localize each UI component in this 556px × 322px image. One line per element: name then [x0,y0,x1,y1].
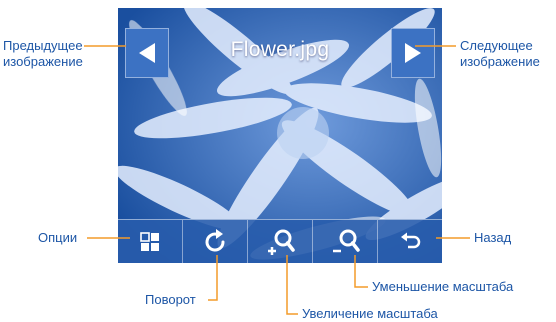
next-image-callout: Следующее изображение [460,38,540,70]
zoom-in-icon [268,229,295,255]
triangle-left-icon [139,43,155,63]
grid-icon [140,232,159,251]
zoom-in-button[interactable] [247,220,312,263]
back-callout: Назад [474,230,512,245]
zoom-out-icon [333,229,360,253]
rotate-callout: Поворот [145,292,196,307]
back-arrow-icon [401,232,421,249]
image-viewer-screen: Flower.jpg [118,8,442,263]
zoom-in-callout: Увеличение масштаба [302,306,438,321]
previous-callout-line1: Предыдущее [3,38,83,53]
previous-image-callout: Предыдущее изображение [3,38,83,70]
previous-image-button[interactable] [125,28,169,78]
options-callout: Опции [38,230,78,245]
zoom-out-button[interactable] [312,220,377,263]
rotate-icon [205,229,225,252]
zoom-out-callout: Уменьшение масштаба [372,279,514,294]
next-image-button[interactable] [391,28,435,78]
options-button[interactable] [118,220,182,263]
triangle-right-icon [405,43,421,63]
next-callout-line2: изображение [460,54,540,69]
back-button[interactable] [377,220,442,263]
rotate-button[interactable] [182,220,247,263]
previous-callout-line2: изображение [3,54,83,69]
next-callout-line1: Следующее [460,38,533,53]
bottom-toolbar [118,219,442,263]
